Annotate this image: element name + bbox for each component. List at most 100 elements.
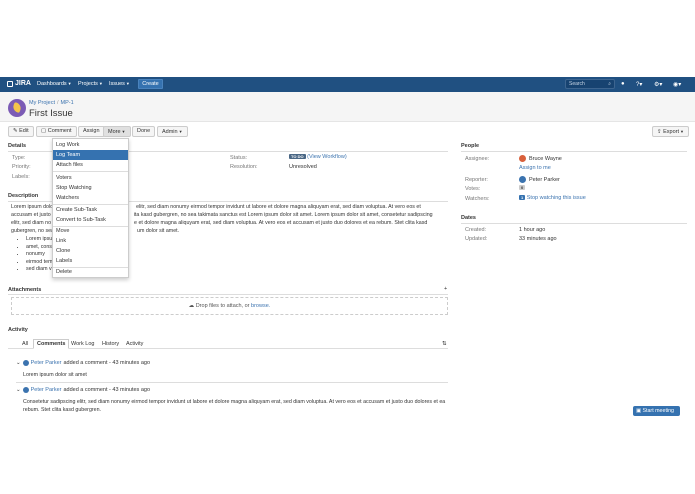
attachment-dropzone[interactable]: ☁ Drop files to attach, or browse. <box>11 297 448 315</box>
attachments-heading: Attachments <box>8 287 42 293</box>
reporter-value: Peter Parker <box>519 176 560 183</box>
attachments-options-icon[interactable]: + <box>444 286 447 292</box>
description-fragment: ita kasd gubergren, no sea takimata sanc… <box>133 212 433 218</box>
comment-body: Lorem ipsum dolor sit amet <box>23 372 87 378</box>
comment-author-link[interactable]: Peter Parker <box>31 387 62 393</box>
edit-button[interactable]: ✎ Edit <box>8 126 34 137</box>
comment-header: ⌄ Peter Parker added a comment - 43 minu… <box>16 387 150 393</box>
breadcrumb-issue-key[interactable]: MP-1 <box>61 100 74 106</box>
nav-dashboards[interactable]: Dashboards▼ <box>37 81 72 87</box>
menu-item-watchers[interactable]: Watchers <box>53 193 128 203</box>
updated-value: 33 minutes ago <box>519 236 557 242</box>
menu-item-log-work[interactable]: Log Work <box>53 140 128 150</box>
chevron-down-icon: ▼ <box>98 81 103 86</box>
tab-comments[interactable]: Comments <box>33 339 70 349</box>
type-label: Type: <box>12 155 26 161</box>
description-list: Lorem ipsum amet, conse nonumy eirmod te… <box>18 236 57 274</box>
nav-issues-label: Issues <box>109 81 125 87</box>
tab-all[interactable]: All <box>19 339 31 349</box>
comment-author-link[interactable]: Peter Parker <box>31 360 62 366</box>
comment-body: Consetetur sadipscing elitr, sed diam no… <box>23 398 445 414</box>
create-button[interactable]: Create <box>138 79 163 89</box>
app-switcher-icon[interactable] <box>7 80 13 87</box>
dates-heading: Dates <box>461 215 476 221</box>
logo-text: JIRA <box>15 80 31 87</box>
details-heading: Details <box>8 143 27 149</box>
tab-activity[interactable]: Activity <box>123 339 146 349</box>
assign-to-me-link[interactable]: Assign to me <box>519 165 551 171</box>
comment-meta: added a comment - 43 minutes ago <box>63 360 151 366</box>
search-placeholder: Search <box>569 81 585 87</box>
sort-order-icon[interactable]: ⇅ <box>442 341 447 347</box>
menu-item-clone[interactable]: Clone <box>53 246 128 256</box>
resolution-value: Unresolved <box>289 164 317 170</box>
gear-icon[interactable]: ⚙▾ <box>654 81 662 88</box>
status-value: TO DO (View Workflow) <box>289 154 347 160</box>
admin-button[interactable]: Admin▼ <box>157 126 188 137</box>
status-label: Status: <box>230 155 248 161</box>
more-dropdown-menu: Log Work Log Team Attach files Voters St… <box>52 138 129 278</box>
assign-button[interactable]: Assign <box>78 126 105 137</box>
collapse-icon[interactable]: ⌄ <box>16 387 21 393</box>
nav-projects-label: Projects <box>78 81 98 87</box>
description-fragment: um dolor sit amet. <box>137 228 180 234</box>
tab-work-log[interactable]: Work Log <box>68 339 97 349</box>
user-avatar-icon[interactable]: ◉▾ <box>673 81 681 88</box>
menu-item-link[interactable]: Link <box>53 236 128 246</box>
drop-text: Drop files to attach, or <box>195 303 252 309</box>
breadcrumb-project[interactable]: My Project <box>29 100 55 106</box>
edit-label: Edit <box>19 128 29 134</box>
search-input[interactable]: Search ⌕ <box>565 79 615 89</box>
watchers-label: Watchers: <box>465 196 490 202</box>
notifications-icon[interactable]: ● <box>621 81 625 87</box>
chevron-down-icon: ▼ <box>680 129 685 134</box>
updated-label: Updated: <box>465 236 488 242</box>
stop-watching-link[interactable]: Stop watching this issue <box>527 195 586 201</box>
menu-item-log-team[interactable]: Log Team <box>53 150 128 160</box>
nav-projects[interactable]: Projects▼ <box>78 81 103 87</box>
project-avatar-icon <box>8 99 26 117</box>
comment-meta: added a comment - 43 minutes ago <box>63 387 151 393</box>
menu-item-attach-files[interactable]: Attach files <box>53 160 128 170</box>
avatar <box>519 155 526 162</box>
assignee-label: Assignee: <box>465 156 490 162</box>
view-workflow-link[interactable]: (View Workflow) <box>307 154 347 160</box>
description-fragment: e et dolore magna aliquyam erat, sed dia… <box>134 220 428 226</box>
start-meeting-label: Start meeting <box>642 408 674 414</box>
assignee-name: Bruce Wayne <box>529 155 562 162</box>
watchers-value: 1 Stop watching this issue <box>519 195 586 201</box>
comment-header: ⌄ Peter Parker added a comment - 43 minu… <box>16 360 150 366</box>
people-divider <box>461 151 687 152</box>
cloud-upload-icon: ☁ <box>188 303 196 309</box>
reporter-name: Peter Parker <box>529 176 560 183</box>
export-button[interactable]: ⇪ Export▼ <box>652 126 690 137</box>
description-fragment: gubergren, no sea <box>11 228 54 234</box>
collapse-icon[interactable]: ⌄ <box>16 360 21 366</box>
issue-header <box>0 92 695 122</box>
more-button[interactable]: More▼ <box>103 126 131 137</box>
description-heading: Description <box>8 193 39 199</box>
done-button[interactable]: Done <box>132 126 156 137</box>
help-icon[interactable]: ?▾ <box>636 81 642 88</box>
menu-item-labels[interactable]: Labels <box>53 256 128 266</box>
watchers-badge[interactable]: 1 <box>519 195 526 201</box>
menu-divider <box>53 171 128 172</box>
menu-item-create-sub-task[interactable]: Create Sub-Task <box>53 205 128 215</box>
tab-history[interactable]: History <box>99 339 122 349</box>
comment-button[interactable]: ▢ Comment <box>36 126 77 137</box>
votes-badge: 0 <box>519 185 526 191</box>
people-heading: People <box>461 143 480 149</box>
created-label: Created: <box>465 227 487 233</box>
start-meeting-button[interactable]: ▣ Start meeting <box>633 406 680 416</box>
avatar <box>519 176 526 183</box>
menu-item-voters[interactable]: Voters <box>53 173 128 183</box>
nav-issues[interactable]: Issues▼ <box>109 81 130 87</box>
jira-logo[interactable]: JIRA <box>7 80 31 87</box>
menu-item-move[interactable]: Move <box>53 226 128 236</box>
description-fragment: Lorem ipsum dolo <box>11 204 54 210</box>
menu-item-convert-to-sub-task[interactable]: Convert to Sub-Task <box>53 215 128 225</box>
browse-link[interactable]: browse. <box>251 303 270 309</box>
votes-value[interactable]: 0 <box>519 185 526 191</box>
menu-item-delete[interactable]: Delete <box>53 267 128 277</box>
menu-item-stop-watching[interactable]: Stop Watching <box>53 183 128 193</box>
